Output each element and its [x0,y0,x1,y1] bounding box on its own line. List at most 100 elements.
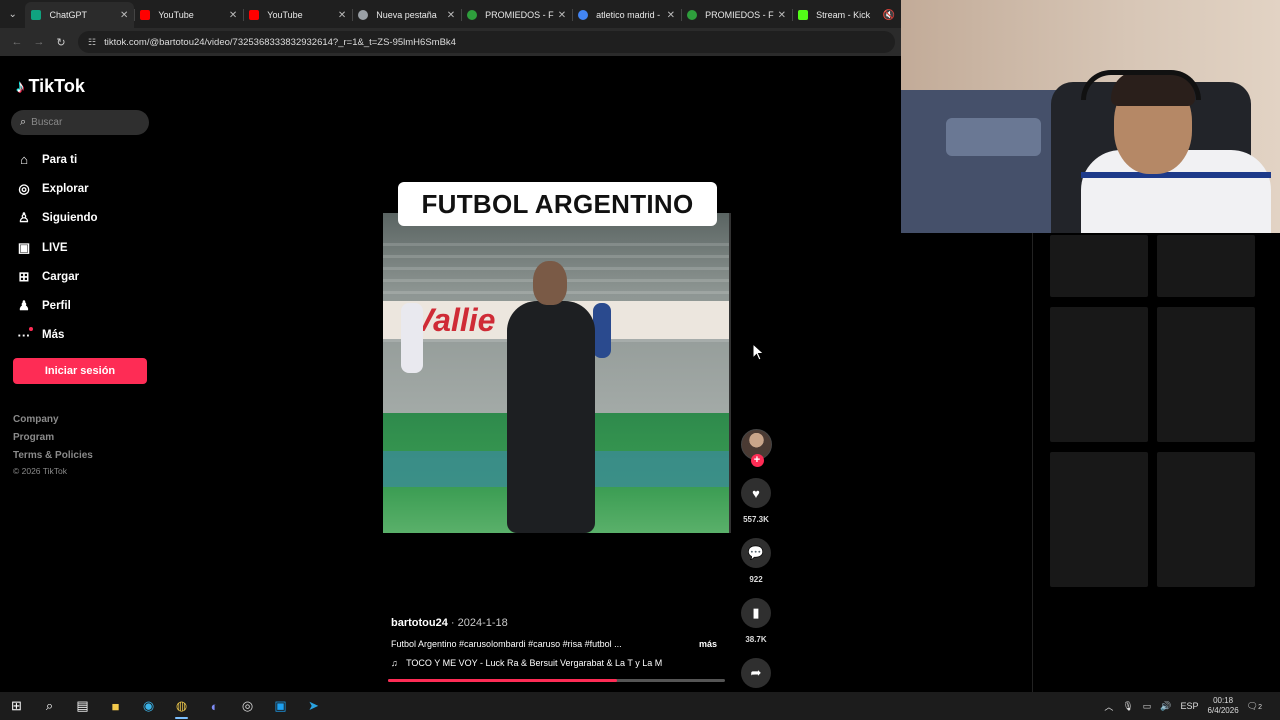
tab-chatgpt[interactable]: ChatGPT ✕ [25,2,135,28]
close-tab-icon[interactable]: ✕ [447,10,455,21]
action-bar: + ♥ 557.3K 💬 922 ▮ 38.7K ➦ 6174 [739,429,773,692]
browser-toolbar: ← → ↻ ☷ tiktok.com/@bartotou24/video/732… [0,28,901,56]
copyright: © 2026 TikTok [13,466,67,476]
nav-para-ti[interactable]: ⌂ Para ti [14,145,98,174]
video-title-overlay: FUTBOL ARGENTINO [398,182,717,226]
compass-icon: ◎ [18,180,30,196]
tab-atletico[interactable]: atletico madrid - ✕ [572,2,681,28]
person-icon: ♙ [18,210,30,226]
author-avatar[interactable]: + [740,429,772,467]
microphone-icon[interactable]: 🎙 [1122,701,1133,712]
footer-link-program[interactable]: Program [13,429,93,447]
video-thumbnail[interactable] [1157,452,1255,587]
comment-count: 922 [749,575,763,584]
comment-icon[interactable]: 💬 [741,538,771,568]
video-thumbnail[interactable] [1157,235,1255,297]
login-button[interactable]: Iniciar sesión [13,358,147,384]
tray-expand-icon[interactable]: ︿ [1104,700,1113,713]
tiktok-logo[interactable]: ♪ TikTok [16,76,85,97]
clock-time: 00:18 [1213,696,1234,705]
music-note-icon: ♫ [391,658,398,668]
close-tab-icon[interactable]: ✕ [778,10,786,21]
video-edge [729,213,731,533]
save-action: ▮ 38.7K [739,598,773,644]
like-count: 557.3K [743,515,769,524]
tab-search-button[interactable]: ⌄ [0,0,25,28]
google-favicon-icon [578,10,589,20]
obs-icon[interactable]: ◎ [231,692,264,720]
edge-icon[interactable]: ◉ [132,692,165,720]
follow-plus-icon[interactable]: + [750,454,764,467]
music-title: TOCO Y ME VOY - Luck Ra & Bersuit Vergar… [406,658,663,668]
forward-icon[interactable]: → [28,36,50,48]
site-info-icon[interactable]: ☷ [88,37,96,48]
file-explorer-icon[interactable]: ■ [99,692,132,720]
close-tab-icon[interactable]: ✕ [229,10,237,21]
back-icon[interactable]: ← [6,36,28,48]
footer-link-terms[interactable]: Terms & Policies [13,447,93,465]
network-icon[interactable]: ▭ [1143,701,1152,712]
volume-icon[interactable]: 🔊 [1160,701,1171,712]
share-icon[interactable]: ➦ [741,658,771,688]
music-row[interactable]: ♫ TOCO Y ME VOY - Luck Ra & Bersuit Verg… [391,658,721,668]
promiedos-favicon-icon [687,10,698,20]
nav-explorar[interactable]: ◎ Explorar [14,174,98,203]
twitter-icon[interactable]: ▣ [264,692,297,720]
discord-icon[interactable]: ◐ [198,692,231,720]
like-action: ♥ 557.3K [739,478,773,524]
tab-kick[interactable]: Stream - Kick 🔇 [792,2,901,28]
reload-icon[interactable]: ↻ [50,36,72,49]
close-tab-icon[interactable]: ✕ [120,10,128,21]
close-tab-icon[interactable]: ✕ [338,10,346,21]
upload-icon: ⊞ [18,268,30,284]
subject-body [507,301,595,533]
close-tab-icon[interactable]: ✕ [558,10,566,21]
home-icon: ⌂ [20,152,28,168]
live-icon: ▣ [17,239,31,255]
telegram-icon[interactable]: ➤ [297,692,330,720]
tiktok-page: ♪ TikTok ⌕ Buscar ⌂ Para ti ◎ Explorar ♙ Si… [0,56,901,692]
author-name[interactable]: bartotou24 [391,617,448,629]
share-action: ➦ 6174 [739,658,773,692]
heart-icon[interactable]: ♥ [741,478,771,508]
windows-start-icon[interactable]: ⊞ [0,692,33,720]
video-subject [501,253,601,533]
youtube-favicon-icon [249,10,260,20]
task-view-icon[interactable]: ▤ [66,692,99,720]
notification-dot [29,326,33,331]
tab-youtube-1[interactable]: YouTube ✕ [134,2,243,28]
video-player[interactable]: Vallie [383,213,729,533]
tab-bar: ⌄ ChatGPT ✕ YouTube ✕ YouTube ✕ Nueva pesta… [0,0,901,28]
chrome-icon[interactable]: ◍ [165,692,198,720]
video-thumbnail[interactable] [1157,307,1255,442]
tab-promiedos-1[interactable]: PROMIEDOS - Fu ✕ [461,2,572,28]
comment-action: 💬 922 [739,538,773,584]
search-icon[interactable]: ⌕ [33,692,66,720]
video-progress-bar[interactable] [388,679,725,682]
nav-cargar[interactable]: ⊞ Cargar [14,262,98,291]
bookmark-icon[interactable]: ▮ [741,598,771,628]
search-input[interactable]: ⌕ Buscar [11,110,149,135]
sidebar-nav: ⌂ Para ti ◎ Explorar ♙ Siguiendo ▣ LIVE ⊞ Car… [14,145,98,350]
tab-promiedos-2[interactable]: PROMIEDOS - Fu ✕ [681,2,792,28]
nav-siguiendo[interactable]: ♙ Siguiendo [14,204,97,233]
nav-live[interactable]: ▣ LIVE [14,233,98,262]
close-tab-icon[interactable]: ✕ [667,10,675,21]
nav-perfil[interactable]: ♟ Perfil [14,291,98,320]
clock[interactable]: 00:18 6/4/2026 [1208,696,1239,716]
nav-mas[interactable]: ··· Más [14,321,98,350]
tab-new-tab[interactable]: Nueva pestaña ✕ [352,2,461,28]
address-bar[interactable]: ☷ tiktok.com/@bartotou24/video/732536833… [78,31,895,53]
language-indicator[interactable]: ESP [1181,701,1199,711]
video-thumbnail[interactable] [1050,235,1148,297]
video-thumbnail[interactable] [1050,452,1148,587]
progress-fill [388,679,618,682]
tab-youtube-2[interactable]: YouTube ✕ [243,2,352,28]
footer-link-company[interactable]: Company [13,411,93,429]
mute-tab-icon[interactable]: 🔇 [883,10,895,21]
more-button[interactable]: más [699,639,717,649]
video-thumbnail[interactable] [1050,307,1148,442]
related-videos-panel [1032,233,1280,692]
tiktok-note-icon: ♪ [16,76,25,96]
notification-icon[interactable]: 🗨2 [1247,701,1271,712]
